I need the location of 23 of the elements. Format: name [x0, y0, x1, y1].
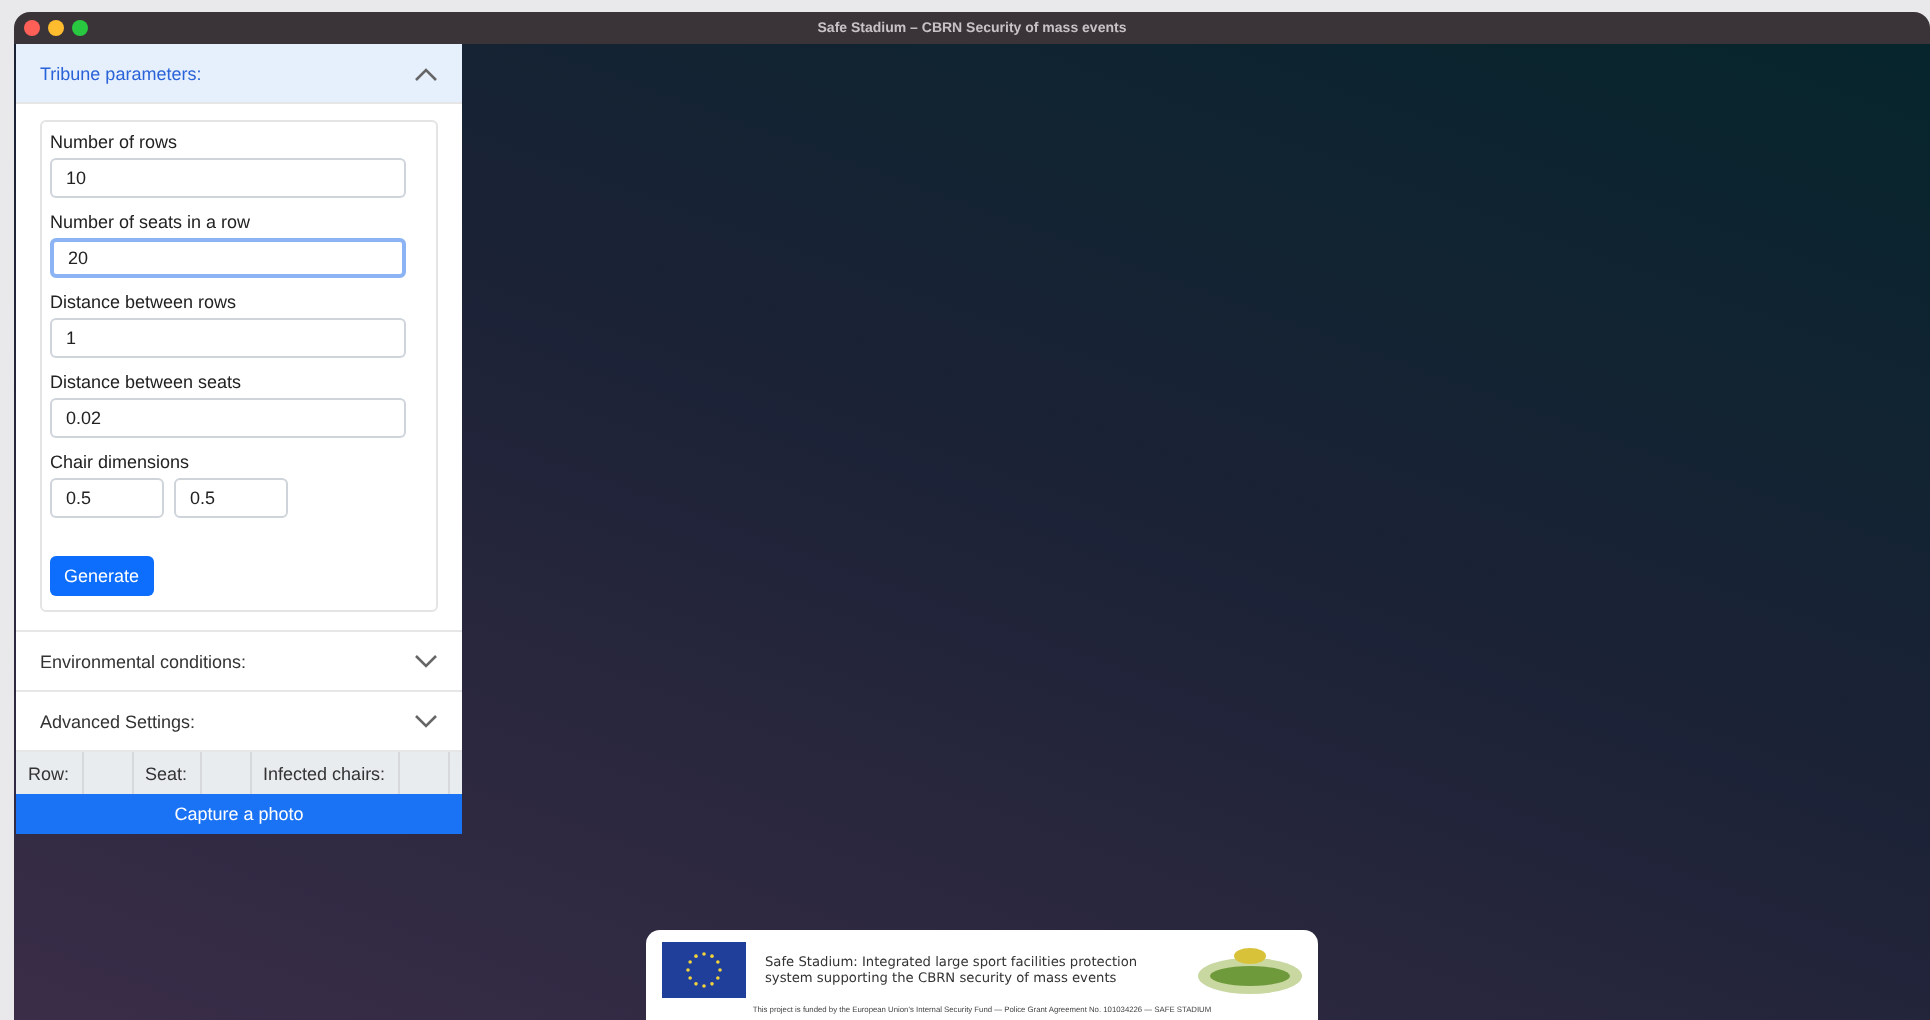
close-icon[interactable]: [24, 20, 40, 36]
accordion-header[interactable]: Environmental conditions:: [16, 632, 462, 692]
input-field[interactable]: 20: [50, 238, 406, 278]
accordion-header[interactable]: Tribune parameters:: [16, 44, 462, 104]
field-label: Number of seats in a row: [50, 212, 253, 232]
field-label: Chair dimensions: [50, 452, 192, 472]
chevron-icon: [414, 65, 438, 81]
input-field[interactable]: 10: [50, 158, 406, 198]
input-field[interactable]: 0.02: [50, 398, 406, 438]
chevron-icon: [414, 653, 438, 669]
flag-icon: [661, 942, 745, 998]
capture-button[interactable]: Capture a photo: [16, 794, 462, 834]
stadium-logo-icon: [1195, 944, 1303, 996]
input-field[interactable]: 0.5: [174, 478, 288, 518]
minimize-icon[interactable]: [48, 20, 64, 36]
generate-button[interactable]: Generate: [50, 556, 154, 596]
field-label: Distance between rows: [50, 292, 239, 312]
field-label: Number of rows: [50, 132, 180, 152]
zoom-icon[interactable]: [72, 20, 88, 36]
field-label: Distance between seats: [50, 372, 244, 392]
input-field[interactable]: 0.5: [50, 478, 164, 518]
input-field[interactable]: 1: [50, 318, 406, 358]
chevron-icon: [414, 713, 438, 729]
